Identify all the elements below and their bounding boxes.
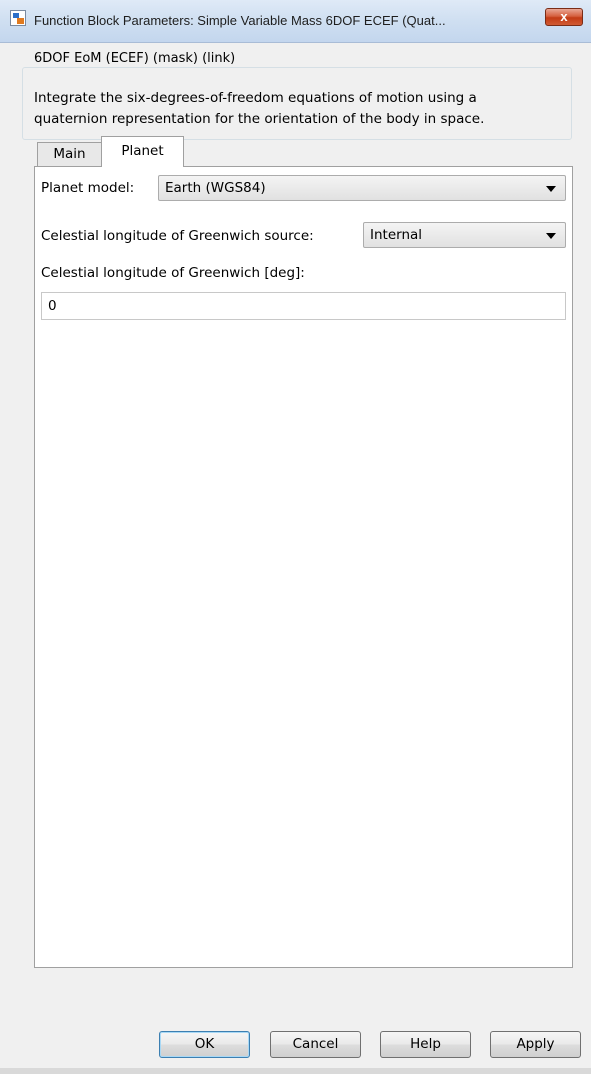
greenwich-source-label: Celestial longitude of Greenwich source:	[41, 228, 314, 244]
apply-button[interactable]: Apply	[490, 1031, 581, 1058]
planet-tab-panel	[34, 166, 573, 968]
planet-model-select[interactable]: Earth (WGS84)	[158, 175, 566, 201]
window-bottom-border	[0, 1068, 591, 1074]
ok-button[interactable]: OK	[159, 1031, 250, 1058]
chevron-down-icon	[546, 186, 556, 192]
description-line-1: Integrate the six-degrees-of-freedom equ…	[34, 90, 477, 106]
tab-main[interactable]: Main	[37, 142, 101, 166]
help-button[interactable]: Help	[380, 1031, 471, 1058]
greenwich-longitude-field[interactable]	[41, 292, 566, 320]
close-button[interactable]: x	[545, 8, 583, 26]
cancel-button[interactable]: Cancel	[270, 1031, 361, 1058]
greenwich-longitude-input[interactable]	[48, 298, 548, 314]
group-legend: 6DOF EoM (ECEF) (mask) (link)	[30, 51, 240, 66]
planet-model-label: Planet model:	[41, 180, 135, 196]
title-bar[interactable]: Function Block Parameters: Simple Variab…	[0, 0, 591, 43]
greenwich-source-value: Internal	[370, 227, 423, 243]
chevron-down-icon	[546, 233, 556, 239]
tab-planet[interactable]: Planet	[101, 136, 184, 167]
greenwich-longitude-label: Celestial longitude of Greenwich [deg]:	[41, 265, 305, 281]
description-line-2: quaternion representation for the orient…	[34, 111, 485, 127]
block-description: Integrate the six-degrees-of-freedom equ…	[34, 88, 574, 130]
greenwich-source-select[interactable]: Internal	[363, 222, 566, 248]
window-title: Function Block Parameters: Simple Variab…	[34, 13, 446, 28]
planet-model-value: Earth (WGS84)	[165, 180, 266, 196]
simulink-block-icon	[10, 10, 26, 26]
